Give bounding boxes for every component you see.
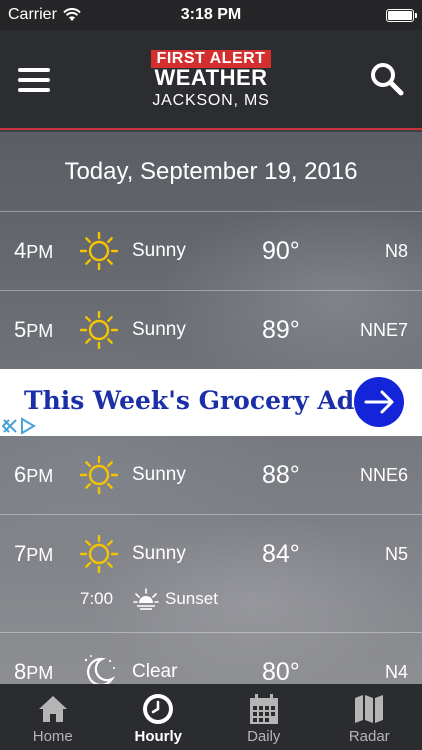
sun-icon [80, 535, 118, 573]
tab-radar-label: Radar [348, 728, 390, 745]
condition-label: Sunny [132, 543, 186, 564]
home-icon [38, 696, 67, 722]
app-header: FIRST ALERT WEATHER JACKSON, MS [0, 30, 422, 130]
sunset-label: Sunset [165, 589, 218, 608]
status-time: 3:18 PM [180, 6, 242, 23]
hour-row: 6PM Sunny 88° NNE6 [0, 436, 422, 515]
temperature: 89° [262, 316, 300, 344]
temperature: 88° [262, 461, 300, 489]
battery-icon [386, 9, 417, 22]
tab-bar: Home Hourly Daily Radar [0, 684, 422, 750]
condition-label: Sunny [132, 240, 186, 261]
hour-time: 6PM [14, 462, 54, 487]
ad-text[interactable]: This Week's Grocery Ad [24, 386, 354, 415]
tab-hourly[interactable]: Hourly [106, 684, 212, 750]
app-logo: FIRST ALERT WEATHER JACKSON, MS [0, 50, 422, 110]
date-heading: Today, September 19, 2016 [0, 132, 422, 212]
location-label: JACKSON, MS [152, 92, 270, 109]
calendar-icon [249, 694, 278, 724]
arrow-right-icon [364, 390, 394, 414]
tab-hourly-label: Hourly [134, 728, 182, 745]
hour-time: 8PM [14, 659, 54, 684]
temperature: 90° [262, 237, 300, 265]
tab-home[interactable]: Home [0, 684, 106, 750]
sunset-time: 7:00 [80, 589, 114, 608]
hour-time: 7PM [14, 541, 54, 566]
ad-arrow-button[interactable] [354, 377, 404, 427]
sun-icon [80, 311, 118, 349]
wind-label: N4 [384, 662, 408, 682]
sun-icon [80, 232, 118, 270]
map-icon [355, 695, 384, 723]
hour-time: 4PM [14, 238, 54, 263]
tab-radar[interactable]: Radar [317, 684, 422, 750]
sunset-event: 7:00 Sunset [0, 585, 422, 615]
ad-choices-icon [1, 417, 36, 435]
tab-daily-label: Daily [247, 728, 281, 745]
tab-home-label: Home [32, 728, 73, 745]
condition-label: Clear [132, 661, 178, 682]
hour-row: 4PM Sunny 90° N8 [0, 212, 422, 291]
wind-label: N8 [384, 241, 408, 261]
hour-time: 5PM [14, 317, 54, 342]
condition-label: Sunny [132, 319, 186, 340]
temperature: 80° [262, 658, 300, 684]
sun-icon [80, 456, 118, 494]
logo-weather: WEATHER [154, 65, 268, 90]
hour-row: 5PM Sunny 89° NNE7 [0, 291, 422, 370]
hour-row: 7PM Sunny 84° N5 7:00 Sunset [0, 515, 422, 633]
status-bar: Carrier 3:18 PM [0, 0, 422, 30]
search-icon[interactable] [370, 62, 404, 96]
wind-label: NNE6 [359, 465, 408, 485]
condition-label: Sunny [132, 464, 186, 485]
sunset-icon [133, 588, 159, 610]
hour-row: 8PM Clear 80° N4 [0, 633, 422, 684]
wind-label: NNE7 [359, 320, 408, 340]
clock-icon [143, 694, 174, 724]
temperature: 84° [262, 540, 300, 568]
tab-daily[interactable]: Daily [211, 684, 317, 750]
ad-banner[interactable]: This Week's Grocery Ad [0, 369, 422, 436]
wind-label: N5 [384, 544, 408, 564]
moon-icon [84, 655, 116, 684]
ad-choices[interactable] [0, 416, 40, 436]
